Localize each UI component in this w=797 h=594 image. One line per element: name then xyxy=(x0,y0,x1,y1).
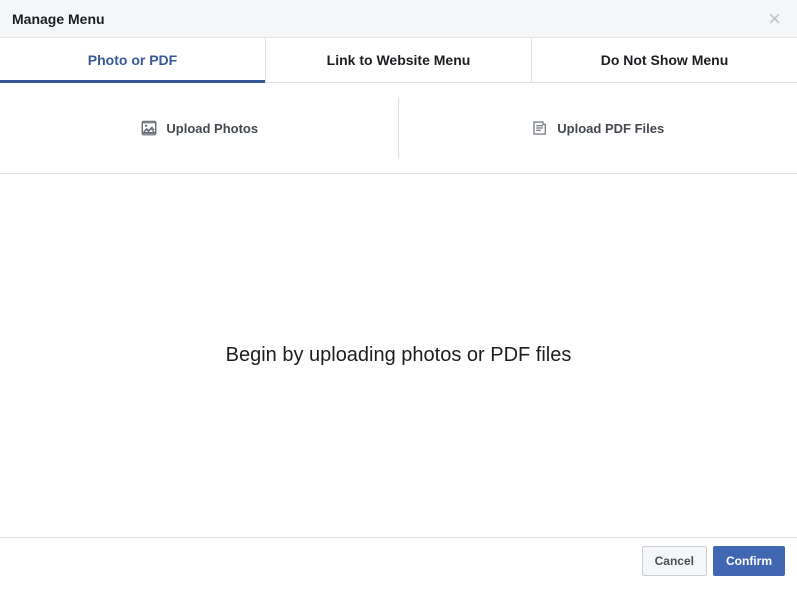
cancel-button[interactable]: Cancel xyxy=(642,546,707,576)
upload-pdf-option[interactable]: Upload PDF Files xyxy=(399,83,797,173)
upload-photos-option[interactable]: Upload Photos xyxy=(0,83,399,173)
modal-footer: Cancel Confirm xyxy=(0,537,797,584)
confirm-button[interactable]: Confirm xyxy=(713,546,785,576)
tab-label: Photo or PDF xyxy=(88,52,177,68)
main-content: Begin by uploading photos or PDF files xyxy=(0,174,797,537)
modal-header: Manage Menu × xyxy=(0,0,797,38)
photo-icon xyxy=(140,119,158,137)
upload-options: Upload Photos Upload PDF Files xyxy=(0,83,797,174)
upload-pdf-label: Upload PDF Files xyxy=(557,121,664,136)
tab-photo-or-pdf[interactable]: Photo or PDF xyxy=(0,38,266,82)
tabs-container: Photo or PDF Link to Website Menu Do Not… xyxy=(0,38,797,83)
modal-title: Manage Menu xyxy=(12,11,105,27)
tab-link-to-website-menu[interactable]: Link to Website Menu xyxy=(266,38,532,82)
empty-state-message: Begin by uploading photos or PDF files xyxy=(226,344,572,367)
tab-label: Do Not Show Menu xyxy=(601,52,729,68)
close-icon: × xyxy=(768,6,781,31)
tab-label: Link to Website Menu xyxy=(327,52,471,68)
document-icon xyxy=(531,119,549,137)
tab-do-not-show-menu[interactable]: Do Not Show Menu xyxy=(532,38,797,82)
close-button[interactable]: × xyxy=(764,8,785,30)
upload-photos-label: Upload Photos xyxy=(166,121,258,136)
